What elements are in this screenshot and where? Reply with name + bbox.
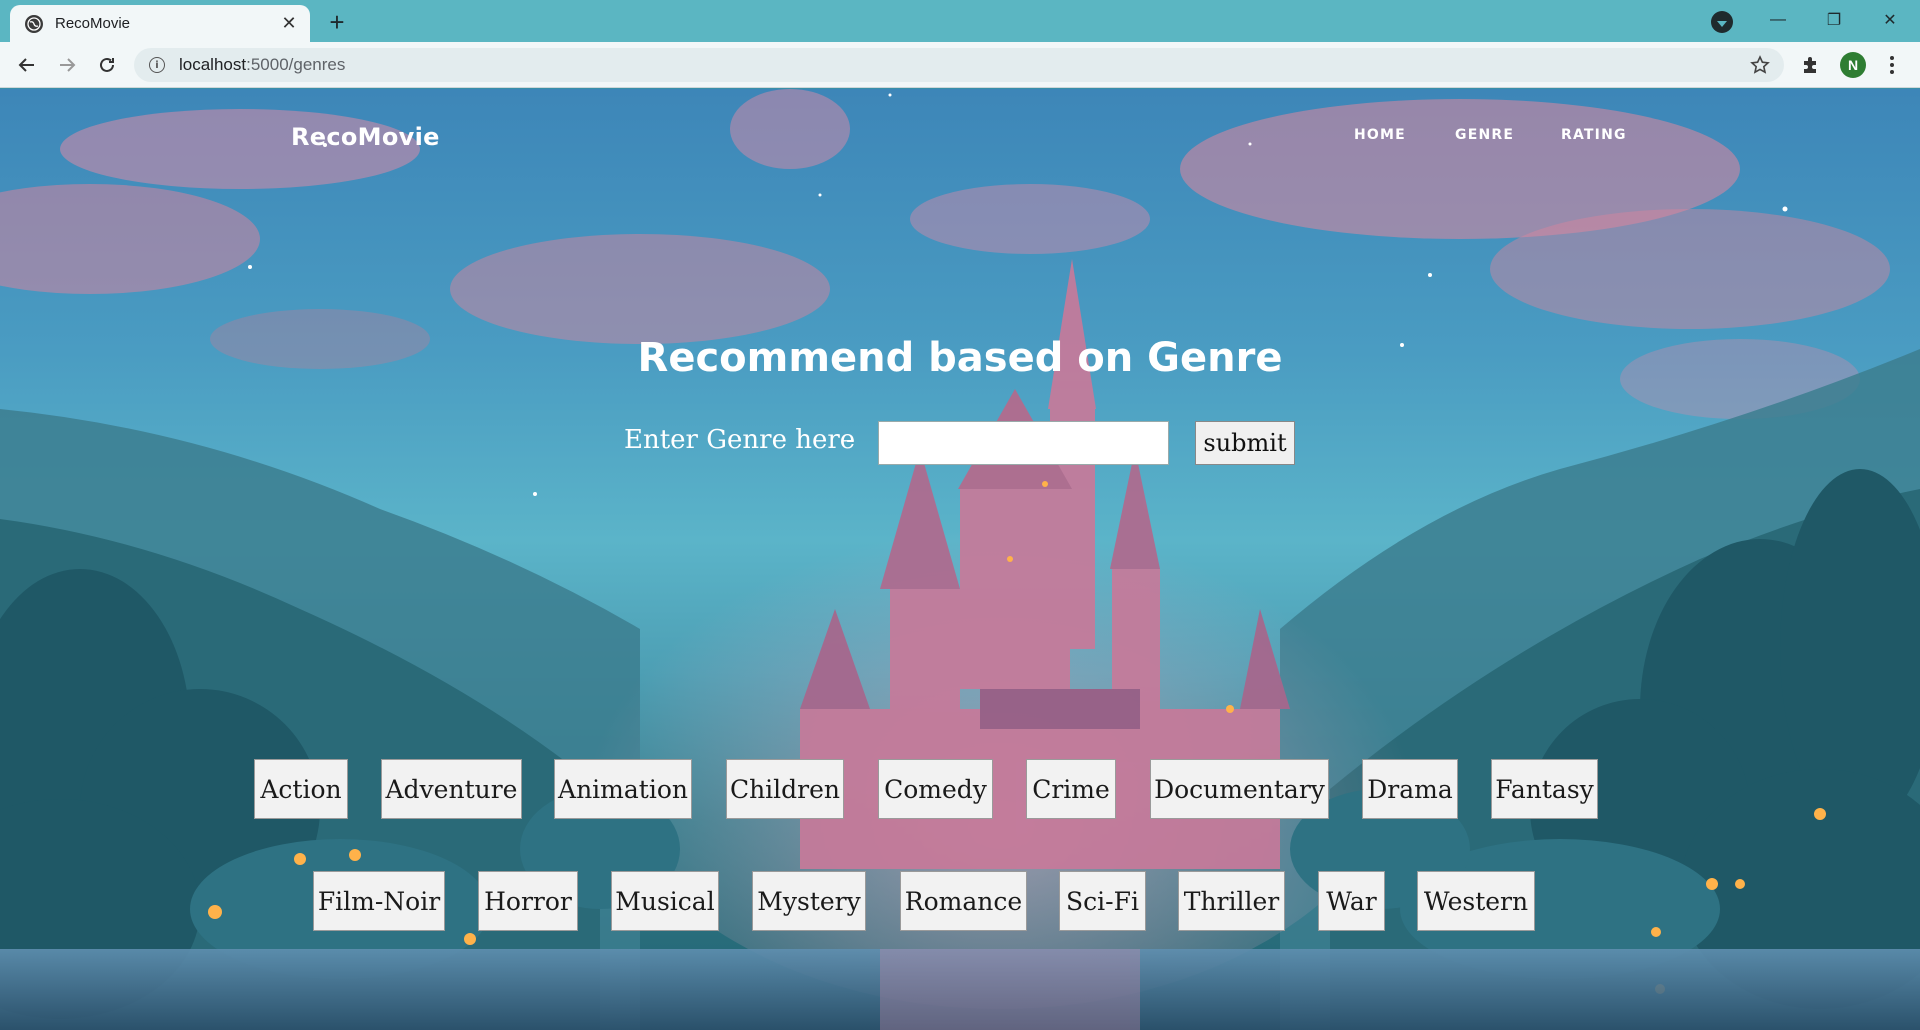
genre-chip-war[interactable]: War (1318, 871, 1385, 931)
more-menu-icon[interactable] (1882, 52, 1902, 78)
extensions-puzzle-icon[interactable] (1797, 52, 1823, 78)
genre-chip-crime[interactable]: Crime (1026, 759, 1116, 819)
close-tab-icon[interactable]: ✕ (278, 13, 300, 35)
tab-search-icon[interactable] (1711, 11, 1733, 33)
browser-tab[interactable]: RecoMovie ✕ (10, 5, 310, 42)
site-brand-logo[interactable]: RecoMovie (291, 123, 440, 151)
bookmark-star-icon[interactable] (1748, 53, 1772, 77)
url-path: :5000/genres (246, 55, 346, 74)
browser-tabstrip: RecoMovie ✕ + — ❐ ✕ (0, 0, 1920, 42)
window-close-button[interactable]: ✕ (1862, 0, 1918, 40)
genre-chip-adventure[interactable]: Adventure (381, 759, 522, 819)
globe-icon (25, 14, 43, 33)
url-host: localhost (179, 55, 247, 74)
genre-chip-film-noir[interactable]: Film-Noir (313, 871, 445, 931)
genre-chip-fantasy[interactable]: Fantasy (1491, 759, 1598, 819)
genre-chip-documentary[interactable]: Documentary (1150, 759, 1329, 819)
genre-chip-musical[interactable]: Musical (611, 871, 719, 931)
genre-chip-drama[interactable]: Drama (1362, 759, 1458, 819)
reload-icon[interactable] (92, 50, 122, 80)
genre-chip-children[interactable]: Children (726, 759, 844, 819)
genre-chip-horror[interactable]: Horror (478, 871, 578, 931)
nav-genre-link[interactable]: GENRE (1455, 127, 1514, 143)
genre-chip-romance[interactable]: Romance (900, 871, 1027, 931)
browser-toolbar: i localhost:5000/genres N (0, 42, 1920, 88)
genre-chip-comedy[interactable]: Comedy (878, 759, 993, 819)
forward-arrow-icon[interactable] (52, 50, 82, 80)
nav-rating-link[interactable]: RATING (1561, 127, 1627, 143)
page-heading: Recommend based on Genre (637, 335, 1283, 381)
new-tab-button[interactable]: + (324, 7, 350, 37)
submit-button[interactable]: submit (1195, 421, 1295, 465)
genre-chip-thriller[interactable]: Thriller (1178, 871, 1285, 931)
genre-input[interactable] (878, 421, 1169, 465)
site-info-icon[interactable]: i (149, 57, 165, 73)
back-arrow-icon[interactable] (12, 50, 42, 80)
tab-title: RecoMovie (55, 15, 131, 32)
minimize-button[interactable]: — (1750, 0, 1806, 40)
genre-chip-sci-fi[interactable]: Sci-Fi (1059, 871, 1146, 931)
url-text: localhost:5000/genres (179, 55, 345, 75)
restore-button[interactable]: ❐ (1806, 0, 1862, 40)
profile-avatar[interactable]: N (1840, 52, 1866, 78)
address-bar[interactable]: i localhost:5000/genres (134, 48, 1784, 82)
genre-prompt-label: Enter Genre here (624, 425, 856, 455)
prompt-dash: - (846, 425, 855, 455)
genre-chip-animation[interactable]: Animation (554, 759, 692, 819)
genre-chip-western[interactable]: Western (1417, 871, 1535, 931)
nav-home-link[interactable]: HOME (1354, 127, 1406, 143)
page-viewport: RecoMovie HOME GENRE RATING Recommend ba… (0, 89, 1920, 1030)
genre-chip-mystery[interactable]: Mystery (752, 871, 866, 931)
genre-chip-action[interactable]: Action (254, 759, 348, 819)
